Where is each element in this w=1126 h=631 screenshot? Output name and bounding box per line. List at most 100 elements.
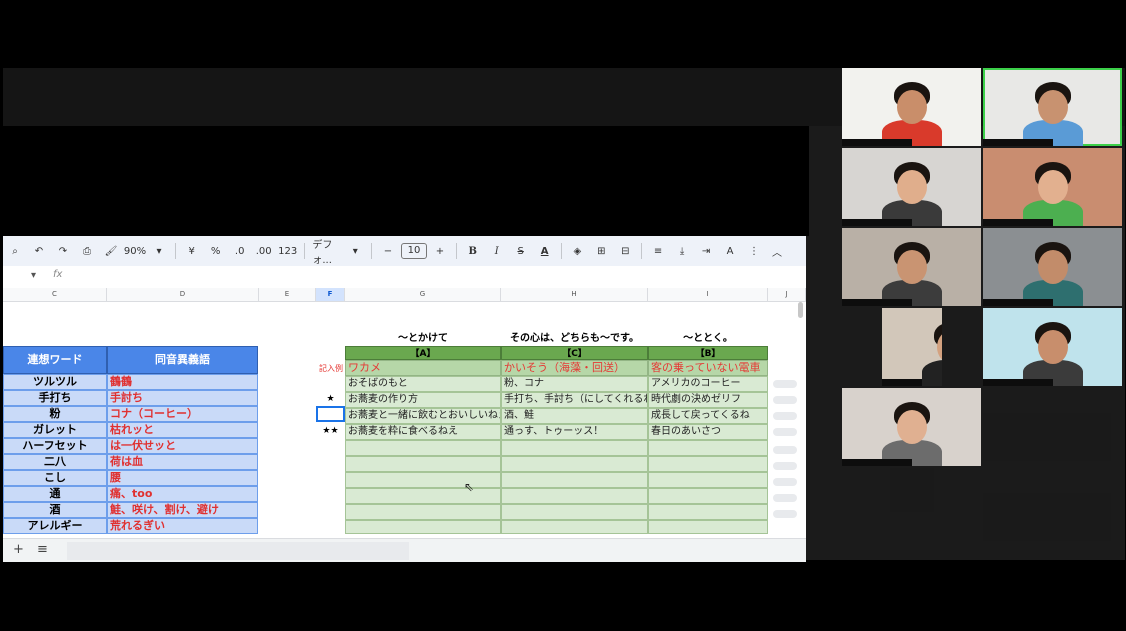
bold-button[interactable]: B bbox=[462, 240, 484, 262]
more-options-icon[interactable]: ⋮ bbox=[743, 240, 765, 262]
redo-icon[interactable]: ↷ bbox=[52, 240, 74, 262]
fill-color-icon[interactable]: ◈ bbox=[566, 240, 588, 262]
participant-video-tile[interactable] bbox=[983, 148, 1122, 226]
column-header[interactable]: H bbox=[501, 288, 648, 301]
font-size-decrease-button[interactable]: − bbox=[377, 240, 399, 262]
example-b-cell[interactable]: 客の乗っていない電車 bbox=[648, 360, 768, 376]
strikethrough-button[interactable]: S bbox=[510, 240, 532, 262]
currency-button[interactable]: ¥ bbox=[181, 240, 203, 262]
italic-button[interactable]: I bbox=[486, 240, 508, 262]
homonym-header[interactable]: 同音異義語 bbox=[107, 346, 258, 374]
checkbox-control[interactable] bbox=[773, 412, 797, 420]
checkbox-control[interactable] bbox=[773, 510, 797, 518]
assoc-word-cell[interactable]: こし bbox=[3, 470, 107, 486]
empty-cell[interactable] bbox=[345, 472, 501, 488]
column-header[interactable]: G bbox=[345, 288, 501, 301]
answer-a-cell[interactable]: おそばのもと bbox=[345, 376, 501, 392]
participant-video-tile[interactable] bbox=[983, 68, 1122, 146]
column-header[interactable]: C bbox=[3, 288, 107, 301]
answer-b-cell[interactable]: アメリカのコーヒー bbox=[648, 376, 768, 392]
empty-cell[interactable] bbox=[501, 440, 648, 456]
assoc-word-cell[interactable]: 通 bbox=[3, 486, 107, 502]
empty-cell[interactable] bbox=[648, 520, 768, 534]
paint-format-icon[interactable]: 🖌 bbox=[100, 240, 122, 262]
participant-video-tile[interactable] bbox=[842, 228, 981, 306]
example-a-cell[interactable]: ワカメ bbox=[345, 360, 501, 376]
answer-b-cell[interactable]: 時代劇の決めゼリフ bbox=[648, 392, 768, 408]
search-icon[interactable]: ⌕ bbox=[4, 240, 26, 262]
answer-c-cell[interactable]: 酒、鮭 bbox=[501, 408, 648, 424]
empty-cell[interactable] bbox=[648, 472, 768, 488]
font-select[interactable]: デフォ... bbox=[309, 240, 342, 266]
vertical-align-icon[interactable]: ⤓ bbox=[671, 240, 693, 262]
horizontal-scrollbar[interactable] bbox=[67, 542, 409, 560]
text-rotate-button[interactable]: A bbox=[719, 240, 741, 262]
checkbox-control[interactable] bbox=[773, 380, 797, 388]
vertical-scrollbar[interactable] bbox=[798, 302, 803, 318]
font-size-increase-button[interactable]: + bbox=[429, 240, 451, 262]
homonym-cell[interactable]: 腰 bbox=[107, 470, 258, 486]
participant-video-tile[interactable] bbox=[890, 468, 934, 512]
empty-cell[interactable] bbox=[648, 504, 768, 520]
empty-cell[interactable] bbox=[345, 504, 501, 520]
increase-decimal-button[interactable]: .00 bbox=[253, 240, 275, 262]
borders-icon[interactable]: ⊞ bbox=[590, 240, 612, 262]
empty-cell[interactable] bbox=[648, 440, 768, 456]
answer-c-cell[interactable]: 通っす、トゥーッス！ bbox=[501, 424, 648, 440]
empty-cell[interactable] bbox=[345, 520, 501, 534]
assoc-word-cell[interactable]: 二八 bbox=[3, 454, 107, 470]
empty-cell[interactable] bbox=[648, 488, 768, 504]
homonym-cell[interactable]: 荒れるぎい bbox=[107, 518, 258, 534]
answer-b-cell[interactable]: 成長して戻ってくるね bbox=[648, 408, 768, 424]
checkbox-control[interactable] bbox=[773, 462, 797, 470]
assoc-word-cell[interactable]: アレルギー bbox=[3, 518, 107, 534]
merge-cells-icon[interactable]: ⊟ bbox=[614, 240, 636, 262]
collapse-toolbar-icon[interactable]: ︿ bbox=[766, 240, 788, 262]
homonym-cell[interactable]: 鶴鶴 bbox=[107, 374, 258, 390]
homonym-cell[interactable]: コナ（コーヒー） bbox=[107, 406, 258, 422]
number-format-button[interactable]: 123 bbox=[277, 240, 299, 262]
answer-c-cell[interactable]: 手打ち、手討ち（にしてくれるわ） bbox=[501, 392, 648, 408]
answer-a-cell[interactable]: お蕎麦を粋に食べるねえ bbox=[345, 424, 501, 440]
column-header[interactable]: I bbox=[648, 288, 768, 301]
all-sheets-button[interactable]: ≡ bbox=[37, 542, 48, 557]
assoc-word-header[interactable]: 連想ワード bbox=[3, 346, 107, 374]
participant-video-tile[interactable] bbox=[842, 148, 981, 226]
empty-cell[interactable] bbox=[501, 472, 648, 488]
column-header[interactable]: F bbox=[316, 288, 345, 301]
checkbox-control[interactable] bbox=[773, 478, 797, 486]
column-b-header[interactable]: 【B】 bbox=[648, 346, 768, 360]
column-header[interactable]: J bbox=[768, 288, 806, 301]
print-icon[interactable]: ⎙ bbox=[76, 240, 98, 262]
answer-b-cell[interactable]: 春日のあいさつ bbox=[648, 424, 768, 440]
answer-c-cell[interactable]: 粉、コナ bbox=[501, 376, 648, 392]
answer-a-cell[interactable]: お蕎麦の作り方 bbox=[345, 392, 501, 408]
percent-button[interactable]: % bbox=[205, 240, 227, 262]
empty-cell[interactable] bbox=[501, 456, 648, 472]
column-header[interactable]: D bbox=[107, 288, 259, 301]
assoc-word-cell[interactable]: 粉 bbox=[3, 406, 107, 422]
decrease-decimal-button[interactable]: .0 bbox=[229, 240, 251, 262]
assoc-word-cell[interactable]: ハーフセット bbox=[3, 438, 107, 454]
example-c-cell[interactable]: かいそう（海藻・回送） bbox=[501, 360, 648, 376]
homonym-cell[interactable]: は一伏せッと bbox=[107, 438, 258, 454]
align-left-icon[interactable]: ≡ bbox=[647, 240, 669, 262]
column-c-header[interactable]: 【C】 bbox=[501, 346, 648, 360]
text-color-button[interactable]: A bbox=[534, 240, 556, 262]
empty-cell[interactable] bbox=[501, 488, 648, 504]
empty-cell[interactable] bbox=[345, 456, 501, 472]
participant-video-tile[interactable] bbox=[983, 413, 1111, 461]
empty-cell[interactable] bbox=[501, 520, 648, 534]
answer-a-cell[interactable]: お蕎麦と一緒に飲むとおいしいねえ bbox=[345, 408, 501, 424]
empty-cell[interactable] bbox=[501, 504, 648, 520]
participant-video-tile[interactable] bbox=[842, 388, 981, 466]
assoc-word-cell[interactable]: 酒 bbox=[3, 502, 107, 518]
participant-video-tile[interactable] bbox=[842, 68, 981, 146]
assoc-word-cell[interactable]: 手打ち bbox=[3, 390, 107, 406]
add-sheet-button[interactable]: + bbox=[13, 542, 24, 557]
homonym-cell[interactable]: 枯れッと bbox=[107, 422, 258, 438]
undo-icon[interactable]: ↶ bbox=[28, 240, 50, 262]
empty-cell[interactable] bbox=[345, 440, 501, 456]
homonym-cell[interactable]: 痛、too bbox=[107, 486, 258, 502]
assoc-word-cell[interactable]: ツルツル bbox=[3, 374, 107, 390]
